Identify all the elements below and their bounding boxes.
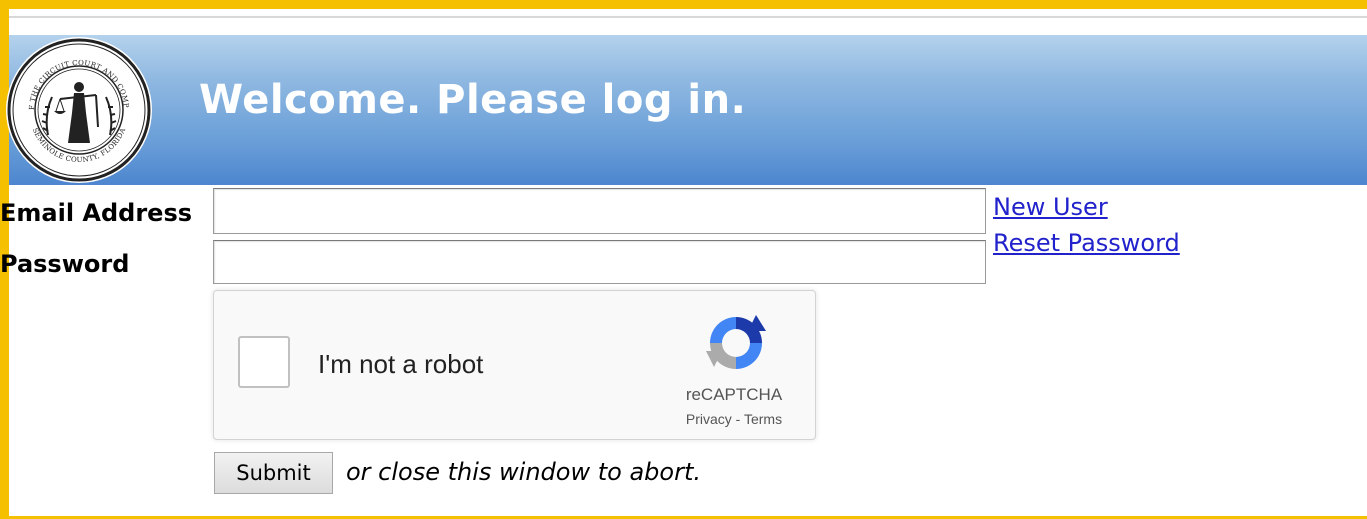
reset-password-link[interactable]: Reset Password <box>993 229 1180 257</box>
recaptcha-checkbox[interactable] <box>238 336 290 388</box>
header-banner: CLERK OF THE CIRCUIT COURT AND COMPTROLL… <box>4 35 1367 185</box>
abort-instruction: or close this window to abort. <box>346 458 701 486</box>
recaptcha-widget: I'm not a robot reCAPTCHA Privacy - Term… <box>213 290 816 440</box>
top-divider <box>9 16 1367 18</box>
email-field[interactable] <box>213 188 986 234</box>
recaptcha-links: Privacy - Terms <box>654 411 814 427</box>
email-label: Email Address <box>0 199 193 227</box>
county-seal-icon: CLERK OF THE CIRCUIT COURT AND COMPTROLL… <box>4 35 152 183</box>
page-title: Welcome. Please log in. <box>199 77 747 123</box>
password-field[interactable] <box>213 240 986 284</box>
password-label: Password <box>0 250 130 278</box>
recaptcha-brand: reCAPTCHA <box>685 385 783 404</box>
submit-button[interactable]: Submit <box>214 452 333 494</box>
recaptcha-logo-icon <box>706 315 766 369</box>
new-user-link[interactable]: New User <box>993 193 1108 221</box>
recaptcha-privacy-link[interactable]: Privacy <box>686 411 732 427</box>
recaptcha-link-separator: - <box>731 411 744 427</box>
recaptcha-terms-link[interactable]: Terms <box>744 411 782 427</box>
recaptcha-label: I'm not a robot <box>318 349 484 379</box>
